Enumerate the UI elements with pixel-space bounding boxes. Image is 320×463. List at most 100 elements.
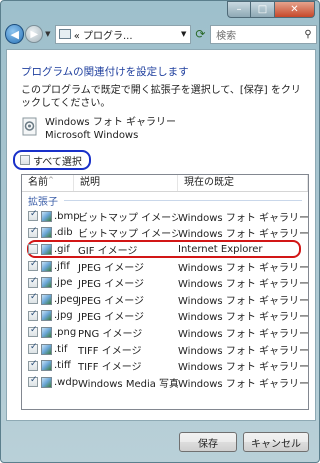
table-row[interactable]: .gif GIF イメージ Internet Explorer [22, 241, 308, 258]
row-description: ビットマップ イメージ [78, 212, 178, 224]
row-checkbox[interactable] [28, 342, 38, 355]
row-checkbox[interactable] [28, 375, 38, 388]
forward-button[interactable]: ▶ [25, 25, 43, 43]
table-row[interactable]: .tif TIFF イメージ Windows フォト ギャラリー [22, 341, 308, 358]
select-all-label: すべて選択 [33, 156, 82, 168]
row-checkbox[interactable] [28, 259, 38, 272]
navigation-bar: ◀ ▶ ▼ « プログラ... ▼ ⟳ 検索 ⚲ [5, 23, 318, 45]
image-file-icon [41, 277, 52, 289]
extension-label: .png [54, 326, 77, 338]
row-checkbox[interactable] [28, 276, 38, 288]
row-checkbox[interactable] [28, 244, 38, 255]
extension-label: .tiff [54, 360, 71, 372]
search-input[interactable]: 検索 [216, 27, 236, 42]
row-name-cell: .tif [22, 342, 74, 355]
row-current-default: Windows フォト ギャラリー [178, 295, 308, 307]
row-current-default: Windows フォト ギャラリー [178, 262, 308, 274]
column-header-name[interactable]: 名前 ^ [22, 175, 74, 191]
address-dropdown-icon[interactable]: ▼ [178, 30, 190, 38]
extension-label: .tif [54, 343, 68, 355]
row-current-default: Windows フォト ギャラリー [178, 362, 308, 374]
table-row[interactable]: .jpe JPEG イメージ Windows フォト ギャラリー [22, 274, 308, 291]
close-icon: ✕ [290, 4, 299, 15]
control-panel-icon [58, 29, 71, 39]
column-header-current-default[interactable]: 現在の既定 [178, 175, 308, 191]
extension-label: .jpe [54, 277, 73, 289]
row-description: Windows Media 写真 [78, 378, 178, 390]
extension-label: .jpg [54, 310, 73, 322]
row-checkbox[interactable] [28, 209, 38, 222]
row-checkbox[interactable] [28, 325, 38, 338]
extensions-list[interactable]: 名前 ^ 説明 現在の既定 拡張子 .bmpビットマップ イメージWindows… [21, 174, 309, 410]
group-header-extensions[interactable]: 拡張子 [22, 192, 308, 208]
group-divider [64, 199, 302, 201]
instruction-text: このプログラムで既定で開く拡張子を選択して、[保存] をクリックしてください。 [21, 85, 301, 109]
table-row[interactable]: .jfif JPEG イメージ Windows フォト ギャラリー [22, 258, 308, 275]
row-current-default: Windows フォト ギャラリー [178, 279, 308, 291]
cancel-button[interactable]: キャンセル [243, 432, 309, 452]
image-file-icon [41, 360, 52, 372]
table-row[interactable]: .jpg JPEG イメージ Windows フォト ギャラリー [22, 308, 308, 325]
image-file-icon [41, 293, 52, 305]
row-current-default: Windows フォト ギャラリー [178, 312, 308, 324]
table-row[interactable]: .pngPNG イメージ Windows フォト ギャラリー [22, 324, 308, 341]
set-associations-window: – □ ✕ ◀ ▶ ▼ « プログラ... ▼ ⟳ 検索 ⚲ プログラムの関連付… [0, 0, 320, 463]
address-bar[interactable]: « プログラ... ▼ [54, 24, 191, 44]
search-icon[interactable]: ⚲ [300, 29, 316, 40]
row-description: TIFF イメージ [78, 345, 142, 357]
extension-label: .gif [54, 243, 70, 255]
image-file-icon [41, 326, 52, 338]
minimize-button[interactable]: – [227, 1, 251, 18]
back-button[interactable]: ◀ [5, 24, 25, 44]
row-description: GIF イメージ [78, 245, 138, 257]
row-description: JPEG イメージ [78, 312, 145, 324]
save-button[interactable]: 保存 [179, 432, 237, 452]
close-button[interactable]: ✕ [275, 1, 315, 18]
select-all-checkbox-box[interactable] [20, 155, 30, 165]
row-checkbox[interactable] [28, 292, 38, 305]
row-checkbox[interactable] [28, 309, 38, 321]
row-checkbox[interactable] [28, 226, 38, 238]
select-all-checkbox[interactable]: すべて選択 [13, 150, 91, 170]
table-row[interactable]: .wdpWindows Media 写真Windows フォト ギャラリー [22, 374, 308, 391]
maximize-button[interactable]: □ [251, 1, 275, 18]
search-box[interactable]: 検索 ⚲ [210, 24, 318, 44]
program-name: Windows フォト ギャラリー [45, 117, 176, 128]
row-name-cell: .jpeg [22, 292, 79, 305]
row-name-cell: .bmp [22, 209, 80, 222]
image-file-icon [41, 343, 52, 355]
page-title: プログラムの関連付けを設定します [21, 66, 189, 78]
row-current-default: Windows フォト ギャラリー [178, 229, 308, 241]
image-file-icon [41, 310, 52, 322]
sort-ascending-icon: ^ [48, 176, 54, 184]
dialog-content: プログラムの関連付けを設定します このプログラムで既定で開く拡張子を選択して、[… [6, 49, 316, 421]
dialog-footer: 保存 キャンセル [1, 421, 319, 462]
row-name-cell: .tiff [22, 359, 74, 372]
back-arrow-icon: ◀ [10, 27, 19, 41]
program-publisher: Microsoft Windows [45, 130, 139, 141]
table-row[interactable]: .dib ビットマップ イメージWindows フォト ギャラリー [22, 225, 308, 242]
row-name-cell: .jpg [22, 309, 74, 322]
row-checkbox[interactable] [28, 359, 38, 371]
caption-buttons: – □ ✕ [227, 1, 315, 18]
image-file-icon [41, 260, 52, 272]
extension-label: .jfif [54, 260, 70, 272]
row-name-cell: .gif [22, 243, 74, 255]
column-header-description[interactable]: 説明 [74, 175, 178, 191]
refresh-icon: ⟳ [195, 27, 206, 41]
recent-pages-dropdown[interactable]: ▼ [43, 30, 53, 38]
image-file-icon [41, 210, 52, 222]
table-row[interactable]: .bmpビットマップ イメージWindows フォト ギャラリー [22, 208, 308, 225]
row-name-cell: .jpe [22, 276, 74, 289]
photo-gallery-icon [22, 117, 37, 136]
image-file-icon [41, 243, 52, 255]
refresh-button[interactable]: ⟳ [191, 25, 210, 44]
chevron-down-icon: ▼ [45, 30, 51, 38]
image-file-icon [41, 376, 52, 388]
row-name-cell: .wdp [22, 375, 78, 388]
row-description: PNG イメージ [78, 328, 143, 340]
list-header: 名前 ^ 説明 現在の既定 [22, 175, 308, 192]
row-description: JPEG イメージ [78, 279, 145, 291]
table-row[interactable]: .jpegJPEG イメージ Windows フォト ギャラリー [22, 291, 308, 308]
table-row[interactable]: .tiff TIFF イメージ Windows フォト ギャラリー [22, 357, 308, 374]
